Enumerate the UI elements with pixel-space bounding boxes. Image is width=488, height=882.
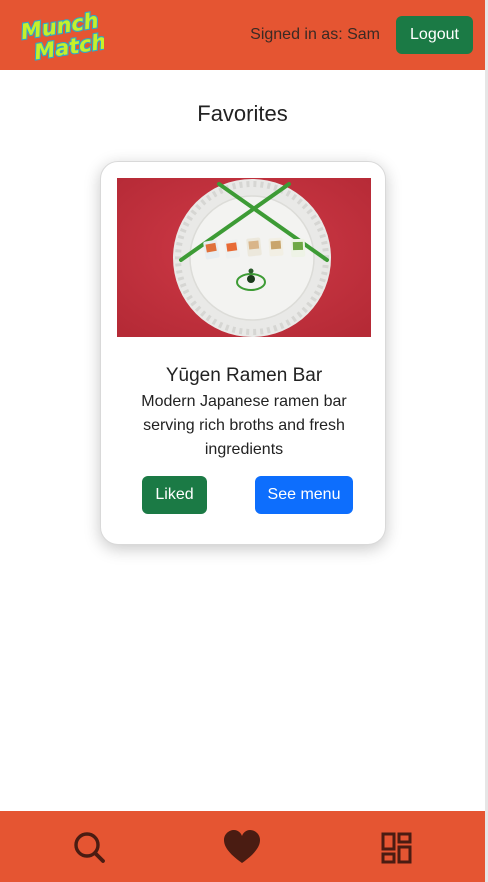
restaurant-name: Yūgen Ramen Bar: [165, 365, 323, 386]
nav-search-item[interactable]: [70, 828, 110, 868]
heart-icon: [224, 830, 260, 863]
restaurant-description: Modern Japanese ramen bar serving rich b…: [141, 393, 347, 458]
page-title: Favorites: [197, 101, 288, 126]
search-icon: [74, 832, 105, 863]
see-menu-button[interactable]: See menu: [255, 476, 353, 514]
top-header: Munch Match Signed in as: Sam Logout: [0, 0, 485, 70]
nav-favorites-item[interactable]: [222, 828, 262, 868]
liked-button[interactable]: Liked: [142, 476, 207, 514]
nav-dashboard-item[interactable]: [377, 828, 417, 868]
app-root: Munch Match Signed in as: Sam Logout Fav…: [0, 0, 488, 882]
bottom-navigation: [0, 811, 485, 882]
dashboard-icon: [381, 832, 412, 864]
signed-in-label: Signed in as: Sam: [250, 26, 380, 43]
logout-button[interactable]: Logout: [396, 16, 473, 54]
munch-match-logo[interactable]: Munch Match: [20, 5, 104, 65]
header-user-area: Signed in as: Sam Logout: [250, 16, 473, 54]
restaurant-card: Yūgen Ramen Bar Modern Japanese ramen ba…: [100, 161, 386, 545]
restaurant-image: [117, 178, 371, 337]
